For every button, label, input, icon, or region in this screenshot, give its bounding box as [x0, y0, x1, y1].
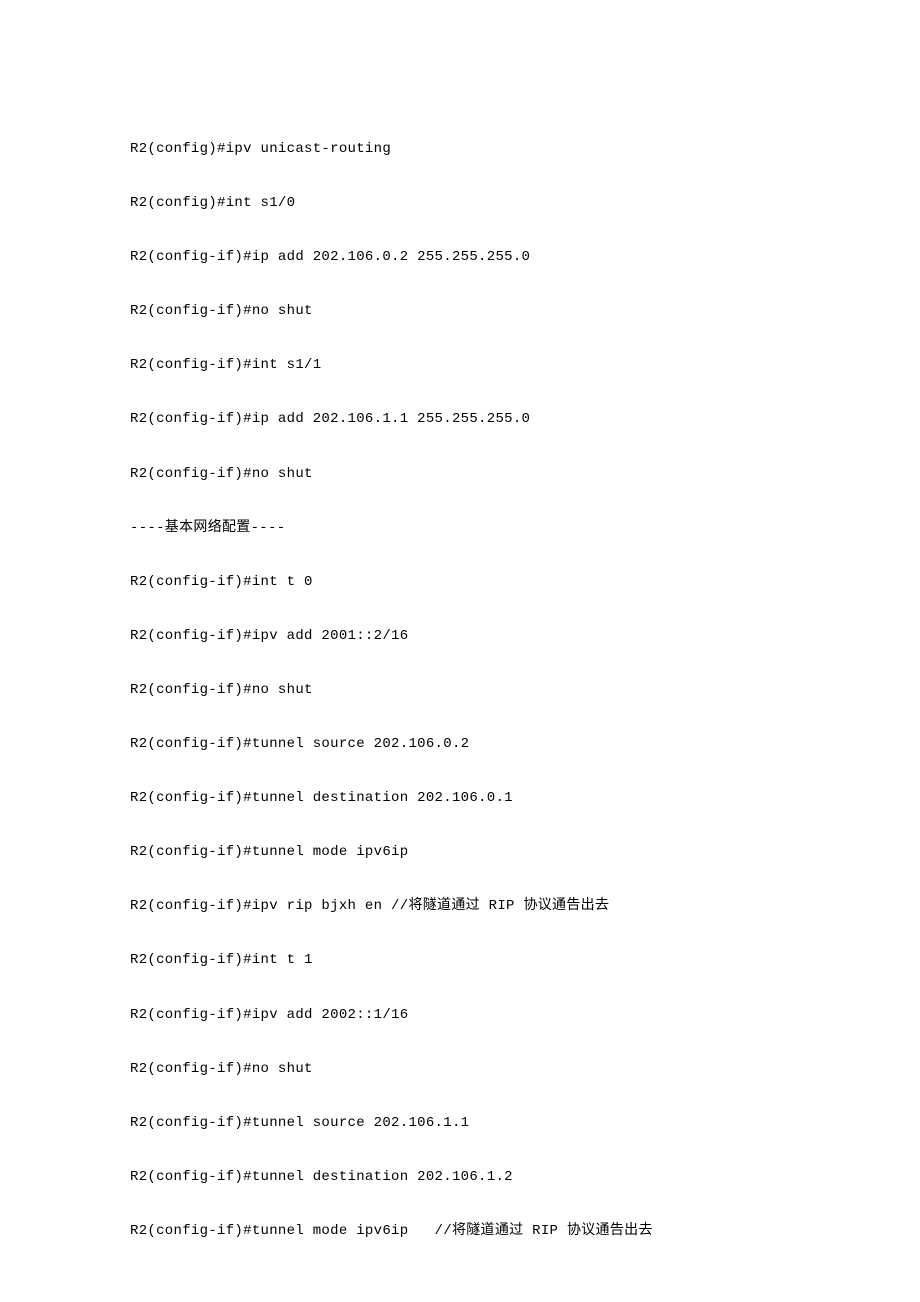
config-line: R2(config-if)#ipv add 2002::1/16 — [130, 1006, 820, 1026]
config-line: R2(config-if)#int t 0 — [130, 573, 820, 593]
config-line: R2(config-if)#no shut — [130, 465, 820, 485]
config-line: R2(config-if)#int s1/1 — [130, 356, 820, 376]
section-header: ----基本网络配置---- — [130, 519, 820, 539]
config-line: R2(config)#int s1/0 — [130, 194, 820, 214]
config-line: R2(config-if)#tunnel source 202.106.1.1 — [130, 1114, 820, 1134]
config-line: R2(config-if)#no shut — [130, 302, 820, 322]
config-line: R2(config-if)#tunnel destination 202.106… — [130, 789, 820, 809]
config-line: R2(config-if)#ipv add 2001::2/16 — [130, 627, 820, 647]
config-line: R2(config-if)#tunnel mode ipv6ip — [130, 843, 820, 863]
config-line: R2(config-if)#ip add 202.106.0.2 255.255… — [130, 248, 820, 268]
config-line: R2(config-if)#ip add 202.106.1.1 255.255… — [130, 410, 820, 430]
config-line: R2(config-if)#ipv rip bjxh en //将隧道通过 RI… — [130, 897, 820, 917]
config-line: R2(config-if)#tunnel source 202.106.0.2 — [130, 735, 820, 755]
config-line: R2(config-if)#no shut — [130, 1060, 820, 1080]
config-line: R2(config)#ipv unicast-routing — [130, 140, 820, 160]
config-line: R2(config-if)#int t 1 — [130, 951, 820, 971]
document-content: R2(config)#ipv unicast-routing R2(config… — [0, 0, 920, 1241]
config-line: R2(config-if)#no shut — [130, 681, 820, 701]
config-line: R2(config-if)#tunnel destination 202.106… — [130, 1168, 820, 1188]
config-line: R2(config-if)#tunnel mode ipv6ip //将隧道通过… — [130, 1222, 820, 1242]
